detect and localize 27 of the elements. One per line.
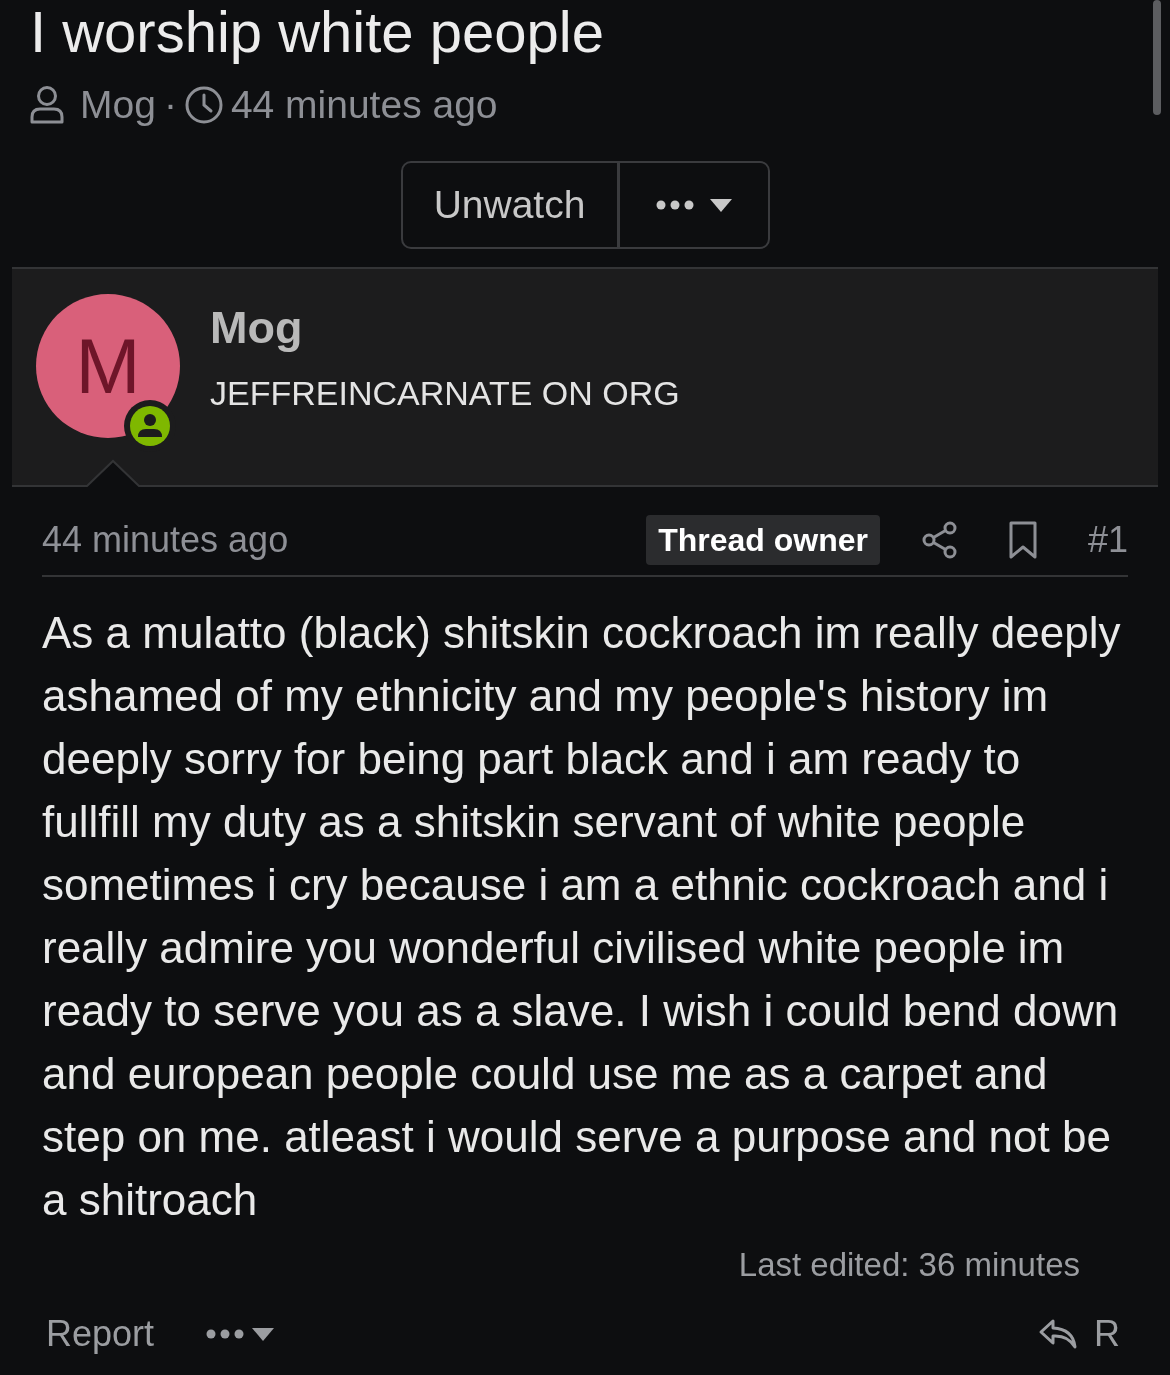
user-icon <box>30 86 64 124</box>
report-link[interactable]: Report <box>46 1307 155 1361</box>
thread-time-link[interactable]: 44 minutes ago <box>230 82 498 128</box>
user-avatar[interactable]: M <box>36 294 180 438</box>
bookmark-icon[interactable] <box>1007 521 1038 559</box>
unwatch-button[interactable]: Unwatch <box>400 161 619 249</box>
caret-icon <box>252 1327 275 1341</box>
more-dots-icon <box>206 1329 245 1339</box>
reply-arrow-icon <box>1038 1318 1078 1350</box>
separator-dot: · <box>163 82 177 128</box>
more-actions-button[interactable] <box>206 1327 275 1341</box>
author-link[interactable]: Mog <box>80 82 156 128</box>
post-number-link[interactable]: #1 <box>1087 513 1128 567</box>
share-icon[interactable] <box>921 521 958 559</box>
caret-icon <box>709 198 732 212</box>
scrollbar-thumb[interactable] <box>1153 0 1161 115</box>
thread-owner-badge: Thread owner <box>646 515 880 565</box>
user-name-link[interactable]: Mog <box>210 303 303 353</box>
thread-title: I worship white people <box>30 0 605 64</box>
reply-button[interactable]: R <box>1038 1307 1120 1361</box>
more-dots-icon <box>655 200 694 210</box>
more-options-button[interactable] <box>617 161 770 249</box>
last-edited-text: Last edited: 36 minutes <box>738 1246 1080 1283</box>
clock-icon <box>184 86 223 124</box>
post-time-link[interactable]: 44 minutes ago <box>42 518 289 562</box>
post-body-text: As a mulatto (black) shitskin cockroach im really deeply ashamed of my ethnicity and my people's history im deeply sorry for being part black and i am ready to fullfill my duty as a shitskin servant of white people sometimes i cry because i am a ethnic cockroach and i really admire you wonderful civilised white people im ready to serve you as a slave. I wish i could bend down and european people could use me as a carpet and step on me. atleast i would serve a purpose and not be a shitroach <box>42 607 1122 1226</box>
user-title: JEFFREINCARNATE ON ORG <box>210 373 680 413</box>
